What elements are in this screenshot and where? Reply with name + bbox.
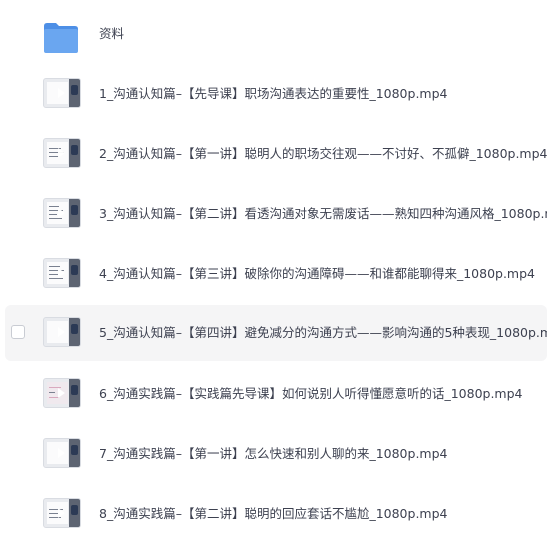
list-item[interactable]: 1_沟通认知篇–【先导课】职场沟通表达的重要性_1080p.mp4 (0, 66, 547, 122)
list-item-folder[interactable]: 资料 (0, 6, 547, 62)
file-name: 6_沟通实践篇–【实践篇先导课】如何说别人听得懂愿意听的话_1080p.mp4 (99, 386, 523, 401)
file-name: 1_沟通认知篇–【先导课】职场沟通表达的重要性_1080p.mp4 (99, 86, 448, 101)
file-list: 资料 1_沟通认知篇–【先导课】职场沟通表达的重要性_1080p.mp4 2_沟… (0, 0, 547, 542)
list-item[interactable]: 2_沟通认知篇–【第一讲】聪明人的职场交往观——不讨好、不孤僻_1080p.mp… (0, 126, 547, 182)
play-icon (58, 268, 65, 278)
list-item-hovered[interactable]: 5_沟通认知篇–【第四讲】避免减分的沟通方式——影响沟通的5种表现_1080p.… (5, 305, 547, 361)
video-thumbnail (43, 498, 81, 528)
play-icon (58, 448, 65, 458)
play-icon (58, 327, 65, 337)
list-item[interactable]: 8_沟通实践篇–【第二讲】聪明的回应套话不尴尬_1080p.mp4 (0, 486, 547, 542)
play-icon (58, 508, 65, 518)
file-name: 5_沟通认知篇–【第四讲】避免减分的沟通方式——影响沟通的5种表现_1080p.… (99, 325, 547, 340)
file-name: 3_沟通认知篇–【第二讲】看透沟通对象无需废话——熟知四种沟通风格_1080p.… (99, 206, 547, 221)
select-checkbox[interactable] (11, 325, 25, 339)
folder-icon (44, 23, 78, 53)
file-name: 8_沟通实践篇–【第二讲】聪明的回应套话不尴尬_1080p.mp4 (99, 506, 448, 521)
play-icon (58, 388, 65, 398)
list-item[interactable]: 7_沟通实践篇–【第一讲】怎么快速和别人聊的来_1080p.mp4 (0, 426, 547, 482)
video-thumbnail (43, 258, 81, 288)
video-thumbnail (43, 78, 81, 108)
video-thumbnail (43, 317, 81, 347)
play-icon (58, 208, 65, 218)
play-icon (58, 88, 65, 98)
list-item[interactable]: 6_沟通实践篇–【实践篇先导课】如何说别人听得懂愿意听的话_1080p.mp4 (0, 366, 547, 422)
video-thumbnail (43, 138, 81, 168)
play-icon (58, 148, 65, 158)
video-thumbnail (43, 438, 81, 468)
list-item[interactable]: 3_沟通认知篇–【第二讲】看透沟通对象无需废话——熟知四种沟通风格_1080p.… (0, 186, 547, 242)
list-item[interactable]: 4_沟通认知篇–【第三讲】破除你的沟通障碍——和谁都能聊得来_1080p.mp4 (0, 246, 547, 302)
file-name: 4_沟通认知篇–【第三讲】破除你的沟通障碍——和谁都能聊得来_1080p.mp4 (99, 266, 535, 281)
file-name: 2_沟通认知篇–【第一讲】聪明人的职场交往观——不讨好、不孤僻_1080p.mp… (99, 146, 547, 161)
file-name: 7_沟通实践篇–【第一讲】怎么快速和别人聊的来_1080p.mp4 (99, 446, 448, 461)
file-name: 资料 (99, 26, 125, 41)
video-thumbnail (43, 378, 81, 408)
video-thumbnail (43, 198, 81, 228)
